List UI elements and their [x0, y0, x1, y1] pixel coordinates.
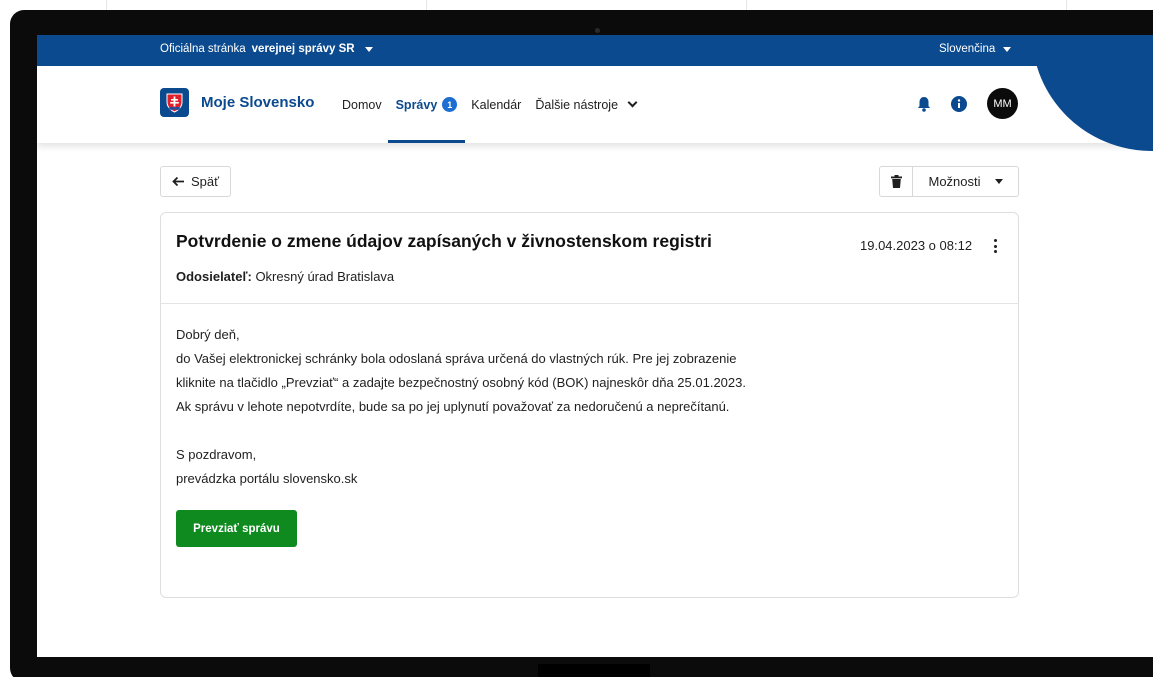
- sender-value: Okresný úrad Bratislava: [255, 269, 395, 284]
- sender-label: Odosielateľ:: [176, 269, 252, 284]
- accept-message-button[interactable]: Prevziať správu: [176, 510, 297, 547]
- message-body: Dobrý deň, do Vašej elektronickej schrán…: [161, 304, 1018, 547]
- browser-screen: Oficiálna stránka verejnej správy SR Slo…: [37, 35, 1153, 657]
- webcam: [595, 28, 600, 33]
- nav-item-label: Ďalšie nástroje: [535, 97, 619, 112]
- nav-item-spravy[interactable]: Správy 1: [387, 66, 465, 143]
- main-header: Moje Slovensko Domov Správy 1 Kalendár Ď…: [37, 66, 1153, 143]
- message-date: 19.04.2023 o 08:12: [860, 238, 973, 253]
- body-line: do Vašej elektronickej schránky bola odo…: [176, 351, 737, 366]
- notifications-button[interactable]: [917, 96, 931, 112]
- body-line: kliknite na tlačidlo „Prevziať“ a zadajt…: [176, 375, 746, 390]
- avatar[interactable]: MM: [987, 88, 1018, 119]
- delete-button[interactable]: [880, 167, 913, 196]
- trash-icon: [890, 175, 902, 188]
- chevron-down-icon: [627, 97, 638, 108]
- back-button[interactable]: Späť: [160, 166, 231, 197]
- nav-item-domov[interactable]: Domov: [342, 66, 382, 143]
- official-prefix: Oficiálna stránka: [160, 43, 246, 55]
- info-button[interactable]: [951, 95, 967, 112]
- bell-icon: [918, 96, 930, 112]
- logo-text: Moje Slovensko: [201, 94, 315, 111]
- logo-link[interactable]: Moje Slovensko: [160, 88, 314, 117]
- coat-of-arms-icon: [160, 88, 189, 117]
- main-nav: Domov Správy 1 Kalendár Ďalšie nástroje: [342, 66, 638, 143]
- nav-item-label: Správy: [395, 97, 438, 112]
- official-bold: verejnej správy SR: [251, 43, 355, 55]
- closing-line: S pozdravom,: [176, 447, 257, 462]
- message-card: Potvrdenie o zmene údajov zapísaných v ž…: [160, 212, 1019, 598]
- body-line: Dobrý deň,: [176, 327, 240, 342]
- kebab-menu-icon[interactable]: [990, 237, 1000, 255]
- nav-item-label: Domov: [342, 97, 382, 112]
- closing-line: prevádzka portálu slovensko.sk: [176, 471, 358, 486]
- arrow-left-icon: [172, 176, 184, 187]
- options-group: Možnosti: [879, 166, 1019, 197]
- body-line: Ak správu v lehote nepotvrdíte, bude sa …: [176, 399, 730, 414]
- options-label: Možnosti: [928, 174, 981, 189]
- nav-item-kalendar[interactable]: Kalendár: [471, 66, 521, 143]
- nav-item-label: Kalendár: [471, 97, 522, 112]
- header-actions: MM: [917, 88, 1018, 119]
- back-button-label: Späť: [190, 174, 219, 189]
- unread-count-badge: 1: [442, 97, 458, 112]
- options-dropdown[interactable]: Možnosti: [913, 167, 1018, 196]
- language-selector[interactable]: Slovenčina: [939, 43, 1012, 55]
- message-header: Potvrdenie o zmene údajov zapísaných v ž…: [161, 213, 1018, 304]
- caret-down-icon: [1003, 46, 1012, 52]
- message-sender: Odosielateľ: Okresný úrad Bratislava: [176, 269, 394, 284]
- official-site-toggle[interactable]: Oficiálna stránka verejnej správy SR: [160, 43, 373, 55]
- message-title: Potvrdenie o zmene údajov zapísaných v ž…: [176, 231, 712, 251]
- caret-down-icon: [364, 46, 373, 52]
- info-icon: [951, 95, 967, 112]
- laptop-hinge: [538, 664, 650, 677]
- nav-item-dalsie-nastroje[interactable]: Ďalšie nástroje: [535, 66, 638, 143]
- government-bar: Oficiálna stránka verejnej správy SR Slo…: [37, 35, 1153, 66]
- language-label: Slovenčina: [939, 43, 996, 55]
- caret-down-icon: [994, 179, 1003, 184]
